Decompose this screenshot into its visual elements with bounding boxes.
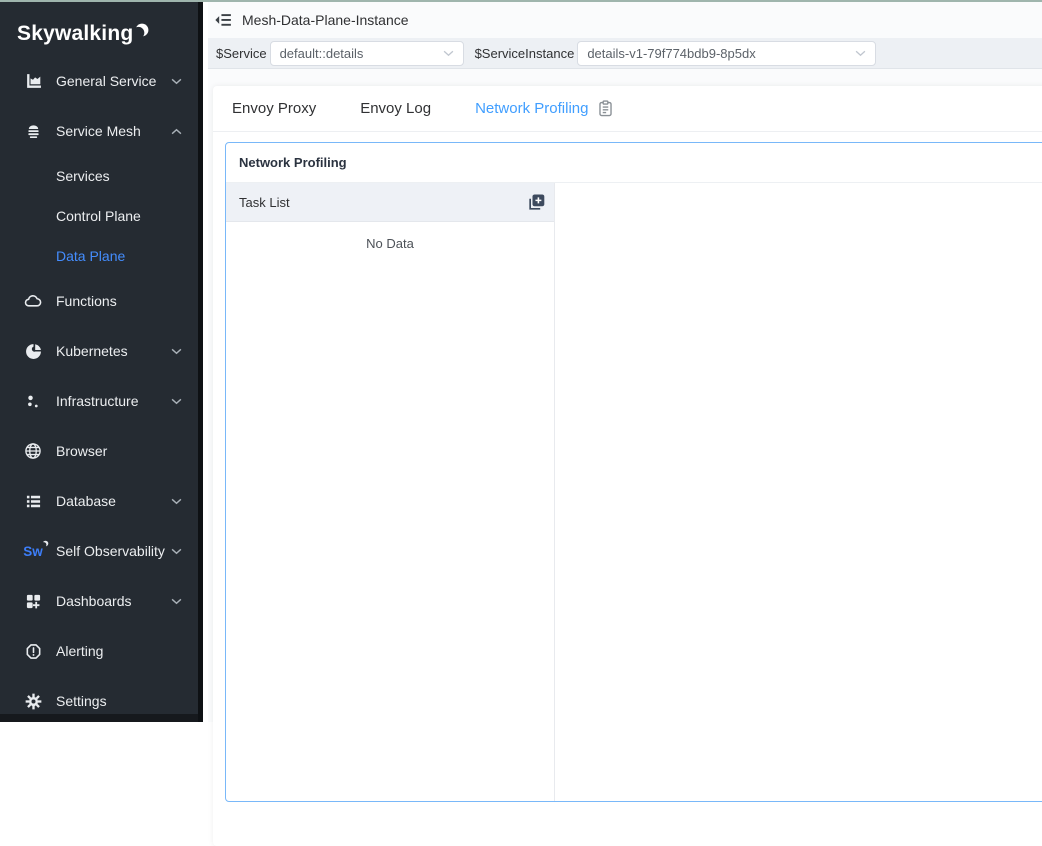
instance-select-value: details-v1-79f774bdb9-8p5dx: [587, 46, 755, 61]
service-select-value: default::details: [280, 46, 364, 61]
panel-body: Task List No Data: [226, 183, 1042, 802]
clipboard-icon[interactable]: [597, 100, 614, 117]
task-detail-area: [555, 183, 1042, 802]
chevron-down-icon: [443, 50, 454, 57]
sidebar-item-kubernetes[interactable]: Kubernetes: [0, 326, 198, 376]
skywalking-logo-text: Skywalking: [17, 22, 133, 46]
sidebar-item-label: Browser: [56, 443, 182, 459]
pie-chart-icon: [24, 342, 42, 360]
moon-icon: [134, 22, 150, 38]
sidebar-item-control-plane[interactable]: Control Plane: [0, 196, 198, 236]
chevron-down-icon: [171, 548, 182, 555]
chevron-up-icon: [171, 128, 182, 135]
main-area: Mesh-Data-Plane-Instance $Service defaul…: [208, 2, 1042, 722]
sidebar-item-service-mesh[interactable]: Service Mesh: [0, 106, 198, 156]
grid-plus-icon: [24, 592, 42, 610]
sidebar-item-alerting[interactable]: Alerting: [0, 626, 198, 676]
network-profiling-panel: Network Profiling Task List: [225, 142, 1042, 802]
panel-header: Network Profiling: [226, 143, 1042, 183]
sidebar-item-dashboards[interactable]: Dashboards: [0, 576, 198, 626]
tab-envoy-log[interactable]: Envoy Log: [360, 100, 431, 117]
sidebar-item-label: Services: [56, 168, 182, 184]
chevron-down-icon: [171, 348, 182, 355]
sidebar-item-database[interactable]: Database: [0, 476, 198, 526]
sidebar-item-data-plane[interactable]: Data Plane: [0, 236, 198, 276]
chevron-down-icon: [855, 50, 866, 57]
collapse-sidebar-icon[interactable]: [214, 11, 232, 29]
sidebar-item-label: Database: [56, 493, 171, 509]
chevron-down-icon: [171, 498, 182, 505]
sidebar-item-services[interactable]: Services: [0, 156, 198, 196]
instance-detail-card: Envoy Proxy Envoy Log Network Profiling …: [213, 86, 1042, 846]
service-variable-label: $Service: [216, 46, 267, 61]
sidebar: Skywalking General Service Service: [0, 0, 203, 722]
page-header: Mesh-Data-Plane-Instance: [208, 2, 1042, 38]
task-list-header: Task List: [226, 183, 554, 222]
sidebar-bottom-strip: [0, 714, 198, 722]
page-title: Mesh-Data-Plane-Instance: [242, 12, 409, 28]
sidebar-item-functions[interactable]: Functions: [0, 276, 198, 326]
service-select[interactable]: default::details: [270, 41, 464, 66]
sidebar-item-label: Service Mesh: [56, 123, 171, 139]
new-task-icon[interactable]: [527, 193, 546, 212]
panel-title: Network Profiling: [239, 155, 347, 170]
chevron-down-icon: [171, 78, 182, 85]
alert-hexagon-icon: [24, 642, 42, 660]
task-list-title: Task List: [239, 195, 290, 210]
globe-icon: [24, 442, 42, 460]
service-instance-select[interactable]: details-v1-79f774bdb9-8p5dx: [577, 41, 876, 66]
sidebar-item-label: Self Observability: [56, 543, 171, 559]
sidebar-item-label: Dashboards: [56, 593, 171, 609]
sidebar-item-label: General Service: [56, 73, 171, 89]
dots-cluster-icon: [24, 392, 42, 410]
instance-variable-label: $ServiceInstance: [475, 46, 575, 61]
sidebar-item-browser[interactable]: Browser: [0, 426, 198, 476]
sidebar-item-label: Functions: [56, 293, 182, 309]
skywalking-sw-icon: Sw: [24, 542, 42, 560]
gear-icon: [24, 692, 42, 710]
task-list-empty-text: No Data: [226, 222, 554, 251]
sidebar-item-label: Settings: [56, 693, 182, 709]
area-chart-icon: [24, 72, 42, 90]
sidebar-item-self-observability[interactable]: Sw Self Observability: [0, 526, 198, 576]
mesh-layers-icon: [24, 122, 42, 140]
skywalking-logo[interactable]: Skywalking: [0, 0, 198, 56]
variables-toolbar: $Service default::details $ServiceInstan…: [208, 38, 1042, 69]
sidebar-item-label: Data Plane: [56, 248, 182, 264]
tab-envoy-proxy[interactable]: Envoy Proxy: [232, 100, 316, 117]
sidebar-item-infrastructure[interactable]: Infrastructure: [0, 376, 198, 426]
sidebar-item-label: Control Plane: [56, 208, 182, 224]
tabs-row: Envoy Proxy Envoy Log Network Profiling: [213, 86, 1042, 132]
top-accent-strip: [0, 0, 1042, 2]
sidebar-item-label: Infrastructure: [56, 393, 171, 409]
sidebar-item-general-service[interactable]: General Service: [0, 56, 198, 106]
sidebar-item-label: Alerting: [56, 643, 182, 659]
chevron-down-icon: [171, 398, 182, 405]
chevron-down-icon: [171, 598, 182, 605]
cloud-icon: [24, 292, 42, 310]
task-list-column: Task List No Data: [226, 183, 555, 802]
list-icon: [24, 492, 42, 510]
sidebar-item-label: Kubernetes: [56, 343, 171, 359]
tab-network-profiling[interactable]: Network Profiling: [475, 100, 588, 117]
